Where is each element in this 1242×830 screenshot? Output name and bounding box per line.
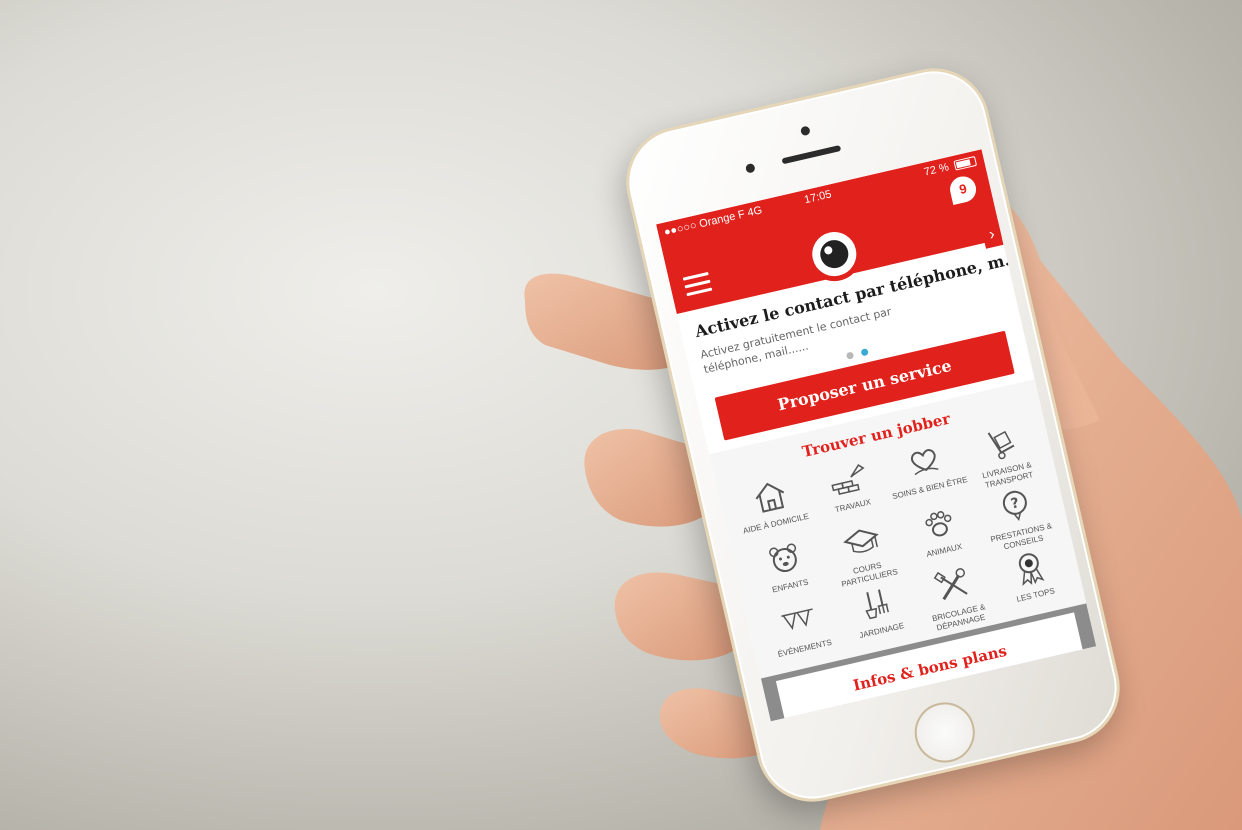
bunting-icon [780, 608, 813, 631]
award-ribbon-icon [1018, 553, 1045, 587]
front-camera-icon [799, 125, 811, 137]
hand-truck-icon [987, 430, 1014, 460]
garden-tools-icon [864, 589, 889, 620]
category-label: Enfants [771, 577, 810, 595]
home-button[interactable] [908, 696, 981, 769]
teddy-bear-icon [768, 543, 797, 573]
category-label: Soins & bien être [891, 475, 969, 502]
wrench-screwdriver-icon [933, 568, 968, 601]
category-label: Événements [776, 637, 833, 659]
proximity-sensor-icon [744, 162, 756, 174]
house-icon [755, 482, 784, 513]
battery-percent: 72 % [922, 161, 951, 179]
category-label: Travaux [834, 497, 872, 515]
category-label: Aide à domicile [742, 511, 810, 536]
bricks-trowel-icon [830, 464, 865, 496]
battery-icon [953, 155, 978, 171]
earpiece-speaker [781, 145, 842, 165]
category-label: Les tops [1015, 586, 1056, 604]
graduation-cap-icon [842, 529, 879, 553]
svg-text:?: ? [1009, 495, 1021, 512]
clock: 17:05 [803, 188, 833, 207]
category-label: Jardinage [858, 621, 906, 641]
category-label: Animaux [925, 541, 964, 559]
question-bubble-icon: ? [1002, 490, 1027, 522]
flower-heart-icon [910, 449, 939, 476]
banner-next-arrow-icon[interactable]: › [980, 221, 1004, 249]
pager-dot[interactable] [845, 351, 855, 360]
paw-icon [924, 511, 951, 537]
pager-dot-active[interactable] [860, 348, 869, 357]
